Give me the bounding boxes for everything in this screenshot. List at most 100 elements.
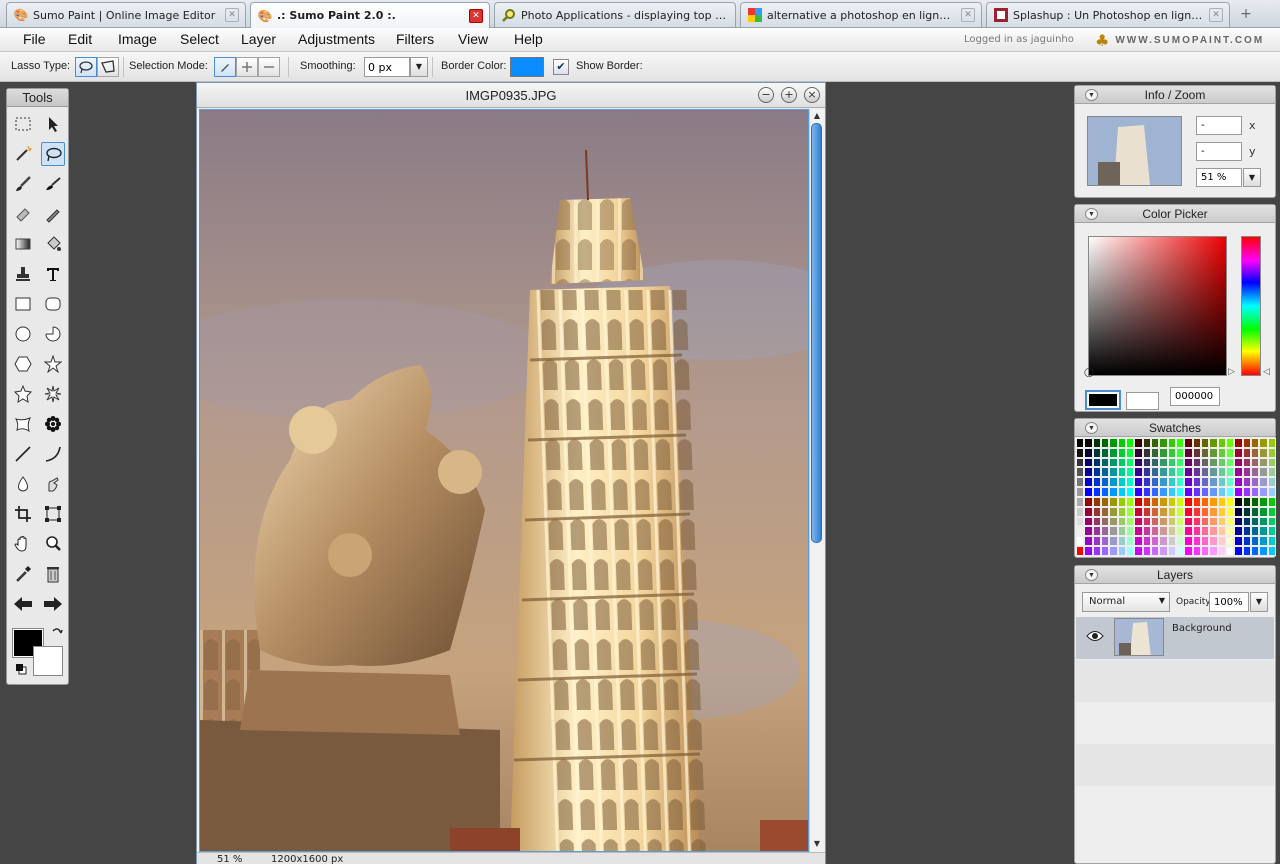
color-swatch[interactable] <box>1184 506 1193 517</box>
color-swatch[interactable] <box>1217 477 1226 488</box>
color-swatch[interactable] <box>1125 546 1135 556</box>
color-swatch[interactable] <box>1092 457 1101 468</box>
browser-tab-sumo-paint-online[interactable]: 🎨 Sumo Paint | Online Image Editor ✕ <box>6 2 246 27</box>
collapse-panel-icon[interactable]: ▼ <box>1085 208 1098 220</box>
menu-image[interactable]: Image <box>118 31 157 47</box>
color-swatch[interactable] <box>1076 467 1085 478</box>
line-tool[interactable] <box>11 442 35 466</box>
minimize-window-button[interactable]: − <box>758 87 774 103</box>
color-swatch[interactable] <box>1134 447 1143 458</box>
x-coordinate-input[interactable] <box>1196 116 1242 135</box>
zoom-tool[interactable] <box>41 532 65 556</box>
color-swatch[interactable] <box>1125 467 1135 478</box>
flower-shape-tool[interactable] <box>41 412 65 436</box>
color-swatch[interactable] <box>1200 496 1210 507</box>
color-swatch[interactable] <box>1184 438 1193 448</box>
color-swatch[interactable] <box>1117 477 1126 488</box>
color-swatch[interactable] <box>1109 526 1118 537</box>
color-swatch[interactable] <box>1134 536 1143 547</box>
color-swatch[interactable] <box>1192 516 1201 527</box>
color-swatch[interactable] <box>1109 496 1118 507</box>
color-swatch[interactable] <box>1084 467 1093 478</box>
color-swatch[interactable] <box>1242 477 1251 488</box>
color-swatch[interactable] <box>1234 536 1243 547</box>
color-swatch[interactable] <box>1159 526 1168 537</box>
color-swatch[interactable] <box>1175 536 1185 547</box>
color-swatch[interactable] <box>1125 506 1135 517</box>
color-swatch[interactable] <box>1267 546 1276 556</box>
color-swatch[interactable] <box>1242 438 1251 448</box>
color-swatch[interactable] <box>1076 546 1085 556</box>
color-swatch[interactable] <box>1242 536 1251 547</box>
move-tool[interactable] <box>41 112 65 136</box>
color-swatch[interactable] <box>1092 487 1101 497</box>
crop-tool[interactable] <box>11 502 35 526</box>
color-swatch[interactable] <box>1259 438 1268 448</box>
color-swatch[interactable] <box>1084 496 1093 507</box>
color-swatch[interactable] <box>1175 546 1185 556</box>
magic-wand-tool[interactable] <box>11 142 35 166</box>
paint-bucket-tool[interactable] <box>41 232 65 256</box>
menu-help[interactable]: Help <box>514 31 543 47</box>
color-swatch[interactable] <box>1100 477 1110 488</box>
curve-tool[interactable] <box>41 442 65 466</box>
color-swatch[interactable] <box>1225 477 1235 488</box>
blur-tool[interactable] <box>11 472 35 496</box>
color-swatch[interactable] <box>1192 526 1201 537</box>
color-swatch[interactable] <box>1092 506 1101 517</box>
color-swatch[interactable] <box>1234 457 1243 468</box>
browser-tab-sumo-paint-2[interactable]: 🎨 .: Sumo Paint 2.0 :. ✕ <box>250 2 490 28</box>
color-swatch[interactable] <box>1159 496 1168 507</box>
color-swatch[interactable] <box>1259 477 1268 488</box>
color-swatch[interactable] <box>1192 496 1201 507</box>
color-swatch[interactable] <box>1117 546 1126 556</box>
color-swatch[interactable] <box>1225 487 1235 497</box>
color-swatch[interactable] <box>1159 516 1168 527</box>
clone-stamp-tool[interactable] <box>11 262 35 286</box>
color-swatch[interactable] <box>1217 536 1226 547</box>
color-swatch[interactable] <box>1142 438 1151 448</box>
collapse-panel-icon[interactable]: ▼ <box>1085 422 1098 434</box>
collapse-panel-icon[interactable]: ▼ <box>1085 569 1098 581</box>
color-swatch[interactable] <box>1175 438 1185 448</box>
color-swatch[interactable] <box>1259 487 1268 497</box>
color-swatch[interactable] <box>1150 447 1160 458</box>
color-swatch[interactable] <box>1217 438 1226 448</box>
color-swatch[interactable] <box>1184 546 1193 556</box>
color-swatch[interactable] <box>1159 487 1168 497</box>
picker-background-color[interactable] <box>1126 392 1159 410</box>
color-swatch[interactable] <box>1100 516 1110 527</box>
color-swatch[interactable] <box>1134 438 1143 448</box>
color-swatch[interactable] <box>1242 487 1251 497</box>
color-swatch[interactable] <box>1200 438 1210 448</box>
color-swatch[interactable] <box>1142 536 1151 547</box>
color-swatch[interactable] <box>1209 516 1218 527</box>
color-swatch[interactable] <box>1225 447 1235 458</box>
lasso-tool[interactable] <box>41 142 65 166</box>
color-swatch[interactable] <box>1267 506 1276 517</box>
text-tool[interactable] <box>41 262 65 286</box>
color-swatch[interactable] <box>1125 447 1135 458</box>
color-swatch[interactable] <box>1175 467 1185 478</box>
arc-tool[interactable] <box>41 322 65 346</box>
color-swatch[interactable] <box>1234 467 1243 478</box>
color-swatch[interactable] <box>1159 457 1168 468</box>
color-swatch[interactable] <box>1100 457 1110 468</box>
color-swatch[interactable] <box>1209 467 1218 478</box>
color-swatch[interactable] <box>1200 536 1210 547</box>
color-swatch[interactable] <box>1242 447 1251 458</box>
menu-select[interactable]: Select <box>180 31 219 47</box>
smudge-brush-tool[interactable] <box>41 172 65 196</box>
color-swatch[interactable] <box>1209 526 1218 537</box>
color-swatch[interactable] <box>1242 457 1251 468</box>
scroll-down-arrow-icon[interactable]: ▼ <box>812 839 822 849</box>
hand-tool[interactable] <box>11 532 35 556</box>
menu-filters[interactable]: Filters <box>396 31 434 47</box>
color-swatch[interactable] <box>1150 457 1160 468</box>
menu-file[interactable]: File <box>23 31 46 47</box>
color-swatch[interactable] <box>1267 516 1276 527</box>
maximize-window-button[interactable]: + <box>781 87 797 103</box>
color-swatch[interactable] <box>1250 457 1260 468</box>
eraser-tool[interactable] <box>11 202 35 226</box>
color-swatch[interactable] <box>1134 496 1143 507</box>
